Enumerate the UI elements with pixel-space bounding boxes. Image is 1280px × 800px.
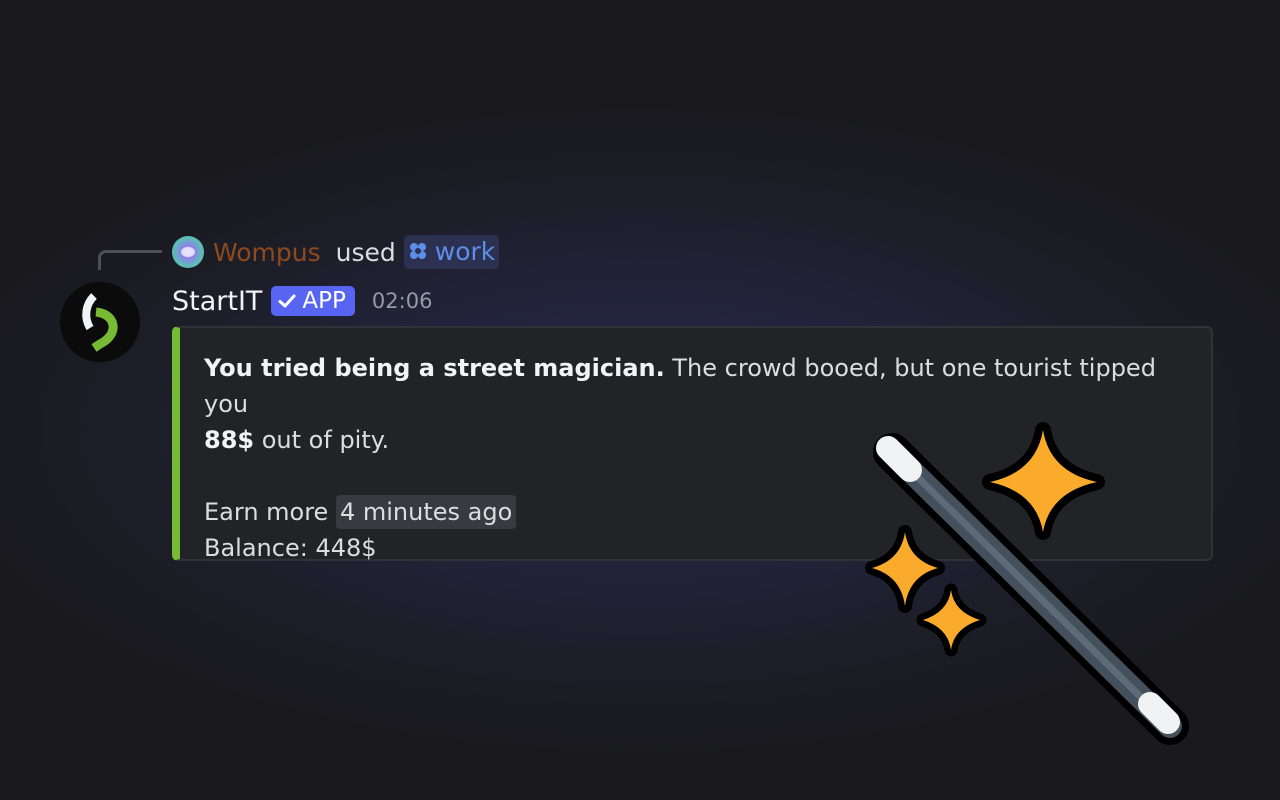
sparkle-tiny-icon xyxy=(916,583,987,657)
startit-logo-icon[interactable] xyxy=(60,282,140,362)
bot-name[interactable]: StartIT xyxy=(172,286,262,317)
earn-more-timestamp[interactable]: 4 minutes ago xyxy=(335,495,517,529)
embed-amount: 88$ xyxy=(204,426,255,454)
user-avatar-icon[interactable] xyxy=(172,236,204,268)
reply-used-text: used xyxy=(335,237,396,267)
reply-reference[interactable]: Wompus used work xyxy=(172,234,500,270)
command-mention[interactable]: work xyxy=(403,235,500,269)
balance-label: Balance: xyxy=(204,534,308,562)
reply-username[interactable]: Wompus xyxy=(213,238,321,267)
app-badge-label: APP xyxy=(302,288,346,314)
verified-check-icon xyxy=(278,294,296,308)
embed-result-tail: out of pity. xyxy=(261,426,390,454)
command-name: work xyxy=(434,236,496,266)
reply-connector xyxy=(98,250,162,270)
embed-bold-text: You tried being a street magician. xyxy=(204,354,665,382)
message-timestamp[interactable]: 02:06 xyxy=(372,289,433,313)
sparkle-large-icon xyxy=(982,422,1105,540)
magic-wand-sparkles-icon xyxy=(865,422,1189,745)
slash-command-icon xyxy=(409,243,426,259)
sparkle-small-icon xyxy=(865,525,945,613)
earn-more-label: Earn more xyxy=(204,498,329,526)
balance-value: 448$ xyxy=(315,534,377,562)
message-header: StartIT APP 02:06 xyxy=(172,282,432,320)
app-badge: APP xyxy=(271,286,355,316)
